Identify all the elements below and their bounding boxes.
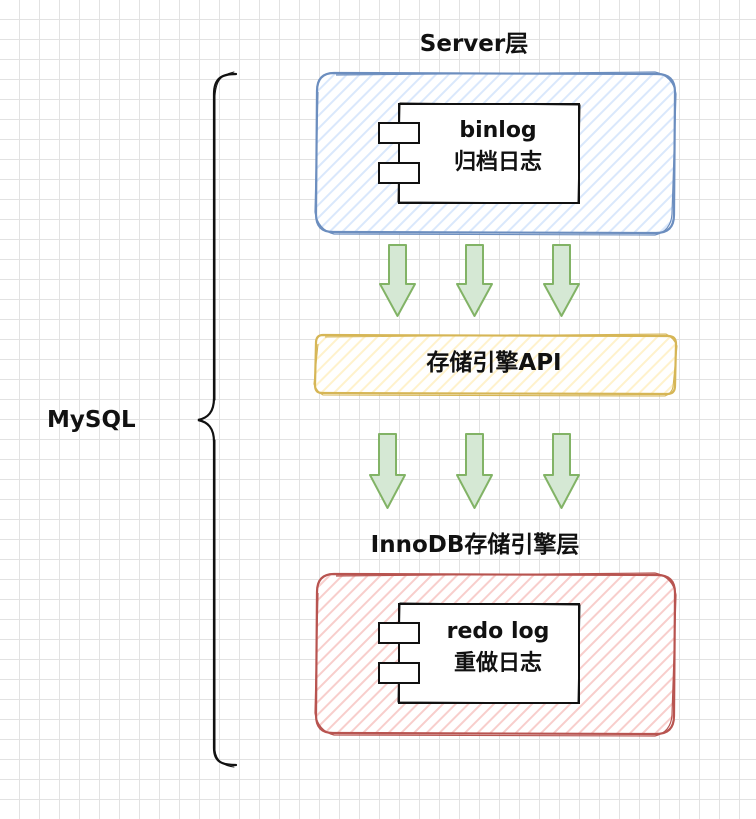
component-port-icon — [378, 622, 420, 644]
storage-api-label: 存储引擎API — [426, 350, 562, 376]
binlog-label: binlog — [459, 118, 537, 143]
server-layer-title: Server层 — [419, 31, 529, 57]
down-arrow-icon — [369, 433, 406, 509]
component-port-icon — [378, 662, 420, 684]
arrows-api-to-engine — [369, 433, 580, 509]
down-arrow-icon — [456, 244, 493, 317]
mysql-curly-brace — [197, 72, 238, 767]
redo-log-label: redo log — [446, 619, 550, 644]
down-arrow-icon — [543, 433, 580, 509]
down-arrow-icon — [456, 433, 493, 509]
binlog-desc: 归档日志 — [453, 150, 543, 175]
engine-layer-title: InnoDB存储引擎层 — [370, 532, 580, 558]
arrows-server-to-api — [379, 244, 580, 317]
down-arrow-icon — [543, 244, 580, 317]
down-arrow-icon — [379, 244, 416, 317]
component-port-icon — [378, 122, 420, 144]
component-port-icon — [378, 162, 420, 184]
mysql-label: MySQL — [47, 407, 136, 433]
redo-log-desc: 重做日志 — [453, 651, 543, 676]
